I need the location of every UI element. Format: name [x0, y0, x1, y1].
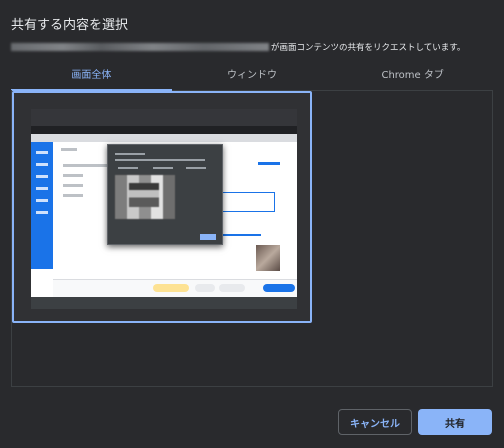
share-button[interactable]: 共有: [418, 409, 492, 435]
cancel-button[interactable]: キャンセル: [338, 409, 412, 435]
tab-entire-screen[interactable]: 画面全体: [11, 66, 172, 91]
request-message-text: が画面コンテンツの共有をリクエストしています。: [271, 43, 466, 53]
screen-preview-image: [31, 109, 297, 309]
source-tabs: 画面全体 ウィンドウ Chrome タブ: [11, 66, 493, 91]
screen-thumbnail-item[interactable]: [12, 91, 312, 323]
tab-chrome-tab[interactable]: Chrome タブ: [332, 66, 493, 90]
tab-window[interactable]: ウィンドウ: [172, 66, 333, 90]
dialog-title: 共有する内容を選択: [11, 18, 129, 33]
requesting-site-url-blurred: [11, 43, 269, 51]
request-message: が画面コンテンツの共有をリクエストしています。: [11, 41, 465, 53]
